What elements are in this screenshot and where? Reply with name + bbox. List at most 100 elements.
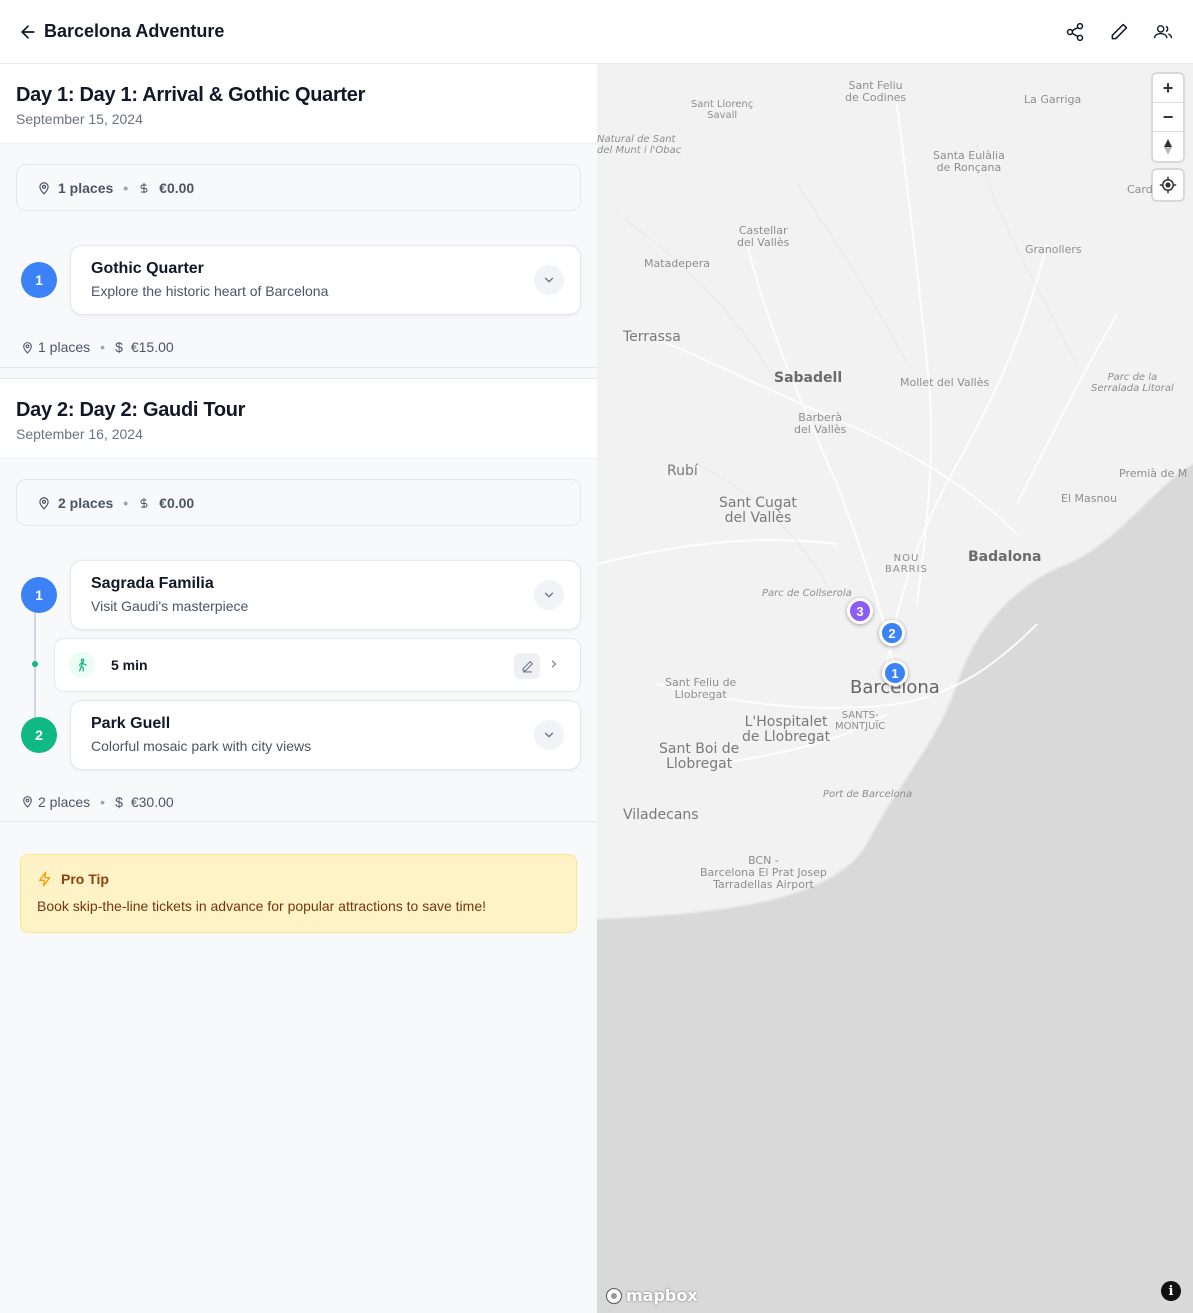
stop-number-badge: 1 <box>21 262 57 298</box>
share-icon[interactable] <box>1065 20 1085 44</box>
map-pin[interactable]: 1 <box>882 660 908 686</box>
separator-dot: • <box>123 179 129 196</box>
day-title: Day 1: Day 1: Arrival & Gothic Quarter <box>16 84 366 106</box>
back-arrow-icon[interactable] <box>16 20 40 44</box>
map-label: Card <box>1127 183 1153 196</box>
day-date: September 16, 2024 <box>16 426 143 442</box>
stop-name: Gothic Quarter <box>91 260 204 277</box>
day-header: Day 1: Day 1: Arrival & Gothic Quarter S… <box>0 64 597 144</box>
footer-cost: €15.00 <box>130 339 174 355</box>
tip-text: Book skip-the-line tickets in advance fo… <box>37 898 486 914</box>
map-pin[interactable]: 2 <box>879 620 905 646</box>
stop-number-badge: 2 <box>21 717 57 753</box>
day-footer: 2 places • $ €30.00 <box>0 782 597 822</box>
map-label: Granollers <box>1025 243 1082 256</box>
map-label: L'Hospitalet de Llobregat <box>742 714 831 746</box>
map-label: Sant Feliu de Llobregat <box>665 676 737 702</box>
pro-tip-box: Pro Tip Book skip-the-line tickets in ad… <box>20 854 577 933</box>
map-label: Rubí <box>667 463 698 479</box>
stop-card[interactable]: Gothic Quarter Explore the historic hear… <box>70 245 581 315</box>
top-actions <box>1065 20 1173 44</box>
map-pin-icon <box>21 794 34 809</box>
stop-description: Explore the historic heart of Barcelona <box>91 283 329 299</box>
dollar-icon: $ <box>115 339 123 355</box>
lightning-icon <box>37 871 53 887</box>
mapbox-icon <box>605 1287 623 1305</box>
page-title: Barcelona Adventure <box>44 21 225 41</box>
map-label: Parc de la Serralada Litoral <box>1091 372 1174 394</box>
stops-list: 1 Sagrada Familia Visit Gaudi's masterpi… <box>0 560 597 770</box>
map-label: NOU BARRIS <box>885 553 928 575</box>
day-date: September 15, 2024 <box>16 111 143 127</box>
footer-places: 2 places <box>38 793 91 810</box>
map-label: Sant Cugat del Vallès <box>719 495 797 527</box>
footer-cost: €30.00 <box>130 793 174 810</box>
separator-dot: • <box>100 339 106 355</box>
map-label: Sant Llorenç Savall <box>691 99 754 121</box>
day-header: Day 2: Day 2: Gaudi Tour September 16, 2… <box>0 378 597 459</box>
map-label: Santa Eulàlia de Ronçana <box>933 149 1005 175</box>
chevron-down-icon[interactable] <box>534 720 564 750</box>
summary-places: 1 places <box>58 179 114 196</box>
stop-row: 1 Gothic Quarter Explore the historic he… <box>0 245 597 315</box>
map-label: BCN - Barcelona El Prat Josep Tarradellas … <box>700 854 827 892</box>
map-label: Barberà del Vallès <box>794 411 847 437</box>
map-label: Badalona <box>968 549 1042 565</box>
info-button[interactable]: i <box>1161 1281 1181 1301</box>
map-label: Sant Boi de Llobregat <box>659 741 740 773</box>
chevron-down-icon[interactable] <box>534 265 564 295</box>
transit-segment[interactable]: 5 min <box>54 638 581 692</box>
stop-name: Park Guell <box>91 715 171 732</box>
map-label: Matadepera <box>644 257 711 270</box>
map-pin[interactable]: 3 <box>847 598 873 624</box>
map-label: Mollet del Vallès <box>900 376 990 389</box>
stop-name: Sagrada Familia <box>91 575 214 592</box>
map-pin-icon <box>21 340 34 355</box>
summary-cost: €0.00 <box>159 179 195 196</box>
mapbox-wordmark: mapbox <box>626 1286 698 1305</box>
separator-dot: • <box>123 494 129 511</box>
map-label: Parc de Collserola <box>762 588 852 599</box>
top-bar: Barcelona Adventure <box>0 0 1193 64</box>
map-pin-icon <box>37 495 51 511</box>
tip-header: Pro Tip <box>37 871 560 887</box>
stop-card[interactable]: Park Guell Colorful mosaic park with cit… <box>70 700 581 770</box>
compass-icon <box>1162 138 1174 156</box>
chevron-down-icon[interactable] <box>534 580 564 610</box>
tip-title: Pro Tip <box>61 871 109 887</box>
timeline-dot <box>32 661 38 667</box>
map-pin-icon <box>37 180 51 196</box>
dollar-icon <box>138 180 152 196</box>
footer-places: 1 places <box>38 339 91 355</box>
day-summary: 1 places • €0.00 <box>16 164 581 211</box>
map-view[interactable]: Sant Feliu de Codines Sant Llorenç Savall … <box>597 64 1193 1313</box>
stop-card[interactable]: Sagrada Familia Visit Gaudi's masterpiec… <box>70 560 581 630</box>
transit-time: 5 min <box>111 657 148 673</box>
zoom-controls: + − <box>1153 74 1183 161</box>
compass-button[interactable] <box>1153 132 1183 161</box>
mapbox-logo: mapbox <box>605 1286 698 1305</box>
map-label: Natural de Sant del Munt i l'Obac <box>597 134 682 156</box>
summary-places: 2 places <box>58 494 114 511</box>
summary-cost: €0.00 <box>159 494 195 511</box>
map-label: Premià de M <box>1119 467 1188 480</box>
stop-description: Visit Gaudi's masterpiece <box>91 598 249 614</box>
crosshair-icon <box>1159 176 1177 194</box>
chevron-right-icon[interactable] <box>548 657 560 676</box>
edit-transit-button[interactable] <box>514 653 540 679</box>
map-label: Terrassa <box>623 329 681 345</box>
zoom-in-button[interactable]: + <box>1153 74 1183 103</box>
edit-pencil-icon[interactable] <box>1109 20 1129 44</box>
stop-number-badge: 1 <box>21 577 57 613</box>
dollar-icon: $ <box>115 793 123 810</box>
map-label: Viladecans <box>623 807 699 823</box>
day-footer: 1 places • $ €15.00 <box>0 327 597 368</box>
collaborators-icon[interactable] <box>1153 20 1173 44</box>
map-label: Sant Feliu de Codines <box>845 79 907 105</box>
map-label: La Garriga <box>1024 93 1082 106</box>
zoom-out-button[interactable]: − <box>1153 103 1183 132</box>
map-label: Port de Barcelona <box>823 789 913 800</box>
day-summary: 2 places • €0.00 <box>16 479 581 526</box>
geolocate-button[interactable] <box>1153 170 1183 200</box>
walking-icon <box>69 652 95 678</box>
